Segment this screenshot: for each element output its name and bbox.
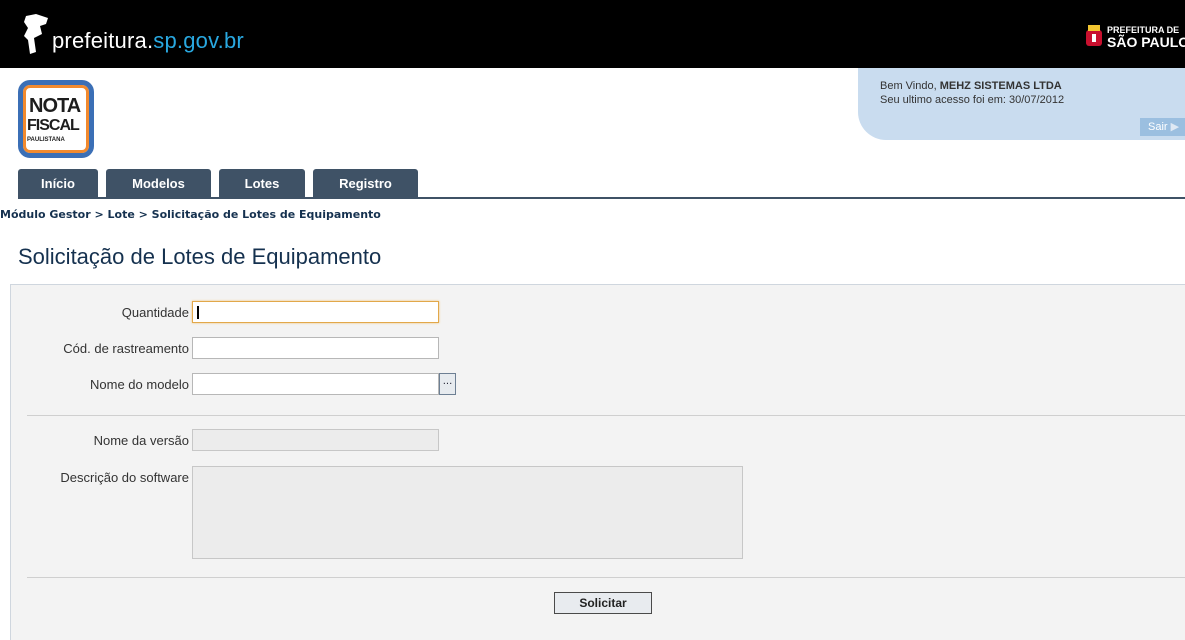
logo-line3: PAULISTANA <box>27 137 65 143</box>
arrow-right-icon: ▶ <box>1170 121 1180 133</box>
welcome-text: Bem Vindo, MEHZ SISTEMAS LTDA <box>880 80 1062 92</box>
model-lookup-button[interactable]: ... <box>439 373 456 395</box>
descricao-software-textarea <box>192 466 743 559</box>
nota-fiscal-logo[interactable]: NOTA FISCAL PAULISTANA <box>18 80 94 158</box>
quantidade-label: Quantidade <box>121 305 189 320</box>
page-title: Solicitação de Lotes de Equipamento <box>18 244 382 269</box>
welcome-panel: Bem Vindo, MEHZ SISTEMAS LTDA Seu ultimo… <box>858 68 1185 140</box>
logo-line1: NOTA <box>29 95 81 117</box>
cod-rastreamento-label: Cód. de rastreamento <box>63 341 189 356</box>
last-access-text: Seu ultimo acesso foi em: 30/07/2012 <box>880 94 1065 106</box>
form-divider-bottom <box>27 577 1185 578</box>
descricao-software-label: Descrição do software <box>60 470 189 485</box>
user-name: MEHZ SISTEMAS LTDA <box>939 80 1062 92</box>
solicitar-button[interactable]: Solicitar <box>554 592 652 614</box>
breadcrumb: Módulo Gestor > Lote > Solicitação de Lo… <box>0 208 381 221</box>
coat-of-arms-icon <box>1086 25 1102 46</box>
nome-modelo-input[interactable] <box>192 373 439 395</box>
logout-button[interactable]: Sair ▶ <box>1140 118 1185 136</box>
text-caret <box>197 306 199 319</box>
nome-versao-input <box>192 429 439 451</box>
cod-rastreamento-input[interactable] <box>192 337 439 359</box>
logo-line2: FISCAL <box>27 117 80 134</box>
site-name[interactable]: prefeitura.sp.gov.br <box>52 28 244 54</box>
form-divider <box>27 415 1185 416</box>
quantidade-input[interactable] <box>192 301 439 323</box>
tab-underline <box>18 197 1185 199</box>
tab-registro[interactable]: Registro <box>313 169 418 197</box>
tab-inicio[interactable]: Início <box>18 169 98 197</box>
tab-lotes[interactable]: Lotes <box>219 169 305 197</box>
city-logo-line2: SÃO PAULO <box>1107 34 1185 50</box>
city-hall-logo[interactable]: PREFEITURA DE SÃO PAULO <box>1085 24 1185 50</box>
top-bar: prefeitura.sp.gov.br PREFEITURA DE SÃO P… <box>0 0 1185 68</box>
nome-versao-label: Nome da versão <box>93 433 189 448</box>
nome-modelo-label: Nome do modelo <box>90 377 189 392</box>
sp-map-icon <box>24 14 48 54</box>
tab-modelos[interactable]: Modelos <box>106 169 211 197</box>
form-panel: Quantidade Cód. de rastreamento Nome do … <box>10 284 1185 640</box>
